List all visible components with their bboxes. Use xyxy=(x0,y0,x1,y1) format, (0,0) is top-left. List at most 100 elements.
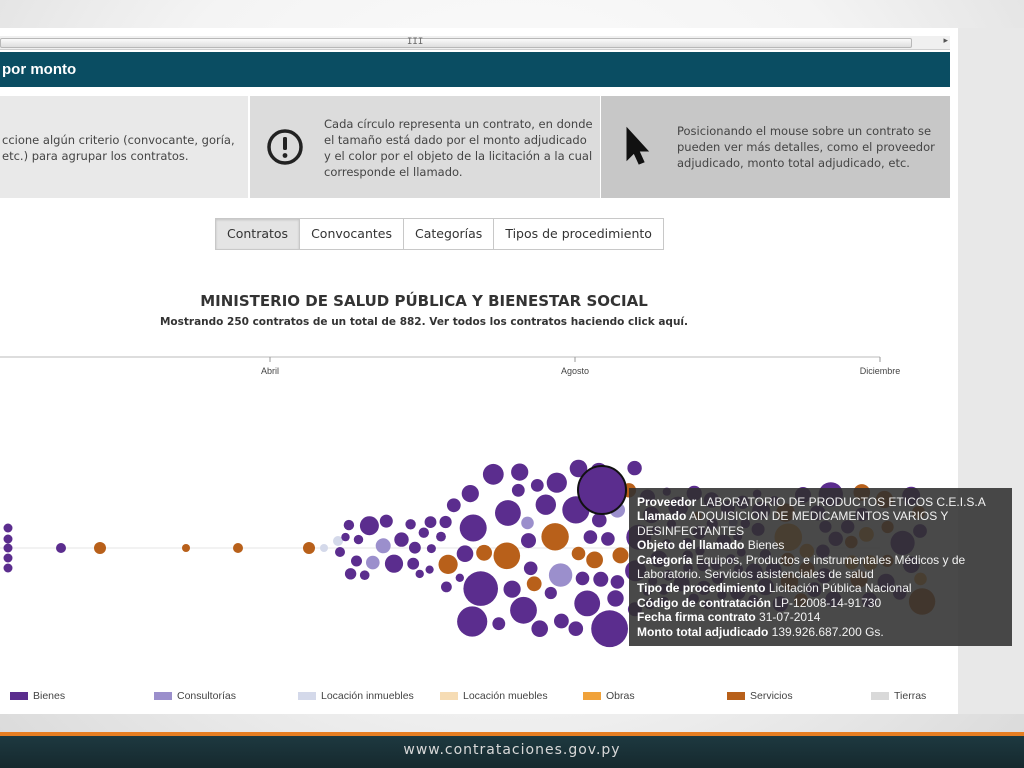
contract-bubble[interactable] xyxy=(574,590,601,617)
contract-bubble[interactable] xyxy=(407,557,420,570)
contract-bubble[interactable] xyxy=(343,519,355,531)
contract-bubble[interactable] xyxy=(455,573,464,582)
contract-bubble[interactable] xyxy=(351,555,362,567)
contract-bubble[interactable] xyxy=(546,472,567,493)
contract-bubble[interactable] xyxy=(521,533,536,549)
contract-bubble[interactable] xyxy=(554,613,569,629)
contract-bubble[interactable] xyxy=(233,543,243,553)
contract-bubble[interactable] xyxy=(366,555,380,570)
contract-bubble[interactable] xyxy=(439,515,452,529)
chart-title: MINISTERIO DE SALUD PÚBLICA Y BIENESTAR … xyxy=(200,292,648,310)
contract-bubble[interactable] xyxy=(379,514,393,528)
contract-bubble[interactable] xyxy=(593,571,609,587)
scroll-right-arrow-icon[interactable]: ▸ xyxy=(943,36,948,46)
contract-bubble[interactable] xyxy=(503,580,521,598)
footer-url[interactable]: www.contrataciones.gov.py xyxy=(403,742,620,758)
contract-bubble[interactable] xyxy=(303,542,315,554)
contract-bubble-selected[interactable] xyxy=(577,465,627,515)
contract-bubble[interactable] xyxy=(426,544,436,554)
contract-bubble[interactable] xyxy=(446,498,461,513)
contract-bubble[interactable] xyxy=(610,575,625,589)
contract-bubble[interactable] xyxy=(94,542,106,554)
tab-categorias[interactable]: Categorías xyxy=(402,218,495,250)
legend-item-3[interactable]: Locación muebles xyxy=(440,688,548,704)
contract-bubble[interactable] xyxy=(418,527,429,538)
contract-bubble[interactable] xyxy=(394,532,409,547)
horizontal-scrollbar[interactable]: III ▸ xyxy=(0,36,950,50)
contract-bubble[interactable] xyxy=(583,530,598,544)
contract-bubble[interactable] xyxy=(586,551,603,569)
contract-bubble[interactable] xyxy=(456,545,474,562)
legend-item-5[interactable]: Servicios xyxy=(727,688,793,704)
contract-bubble[interactable] xyxy=(335,547,345,557)
legend-label: Servicios xyxy=(750,690,793,702)
contract-bubble[interactable] xyxy=(531,620,548,637)
contract-bubble[interactable] xyxy=(535,494,556,515)
contract-bubble[interactable] xyxy=(544,586,557,600)
contract-bubble[interactable] xyxy=(3,553,13,563)
contract-bubble[interactable] xyxy=(482,463,504,485)
contract-bubble[interactable] xyxy=(492,617,506,631)
contract-bubble[interactable] xyxy=(438,554,458,574)
contract-bubble[interactable] xyxy=(493,542,521,570)
contract-bubble[interactable] xyxy=(541,523,569,551)
contract-bubble[interactable] xyxy=(425,565,434,574)
contract-bubble[interactable] xyxy=(3,543,13,553)
contract-bubble[interactable] xyxy=(511,483,525,497)
contract-bubble[interactable] xyxy=(3,523,13,533)
contract-bubble[interactable] xyxy=(548,563,573,587)
contract-bubble[interactable] xyxy=(441,581,452,593)
contract-bubble[interactable] xyxy=(353,534,364,545)
legend-item-2[interactable]: Locación inmuebles xyxy=(298,688,414,704)
info-hover-text: Posicionando el mouse sobre un contrato … xyxy=(677,124,935,170)
show-all-link[interactable]: aquí xyxy=(658,316,684,328)
contract-bubble[interactable] xyxy=(344,568,357,580)
contract-bubble[interactable] xyxy=(571,546,586,561)
contract-bubble[interactable] xyxy=(424,516,437,528)
contract-bubble[interactable] xyxy=(568,621,584,636)
contract-bubble[interactable] xyxy=(523,561,538,576)
contract-bubble[interactable] xyxy=(627,460,642,476)
legend-item-6[interactable]: Tierras xyxy=(871,688,926,704)
contract-bubble[interactable] xyxy=(359,516,379,536)
info-grouping-text: ccione algún criterio (convocante, goría… xyxy=(2,133,235,163)
contract-bubble[interactable] xyxy=(607,590,624,607)
contract-bubble[interactable] xyxy=(510,596,537,624)
tab-convocantes[interactable]: Convocantes xyxy=(299,218,404,250)
contract-bubble[interactable] xyxy=(591,610,628,648)
contract-bubble[interactable] xyxy=(320,544,328,552)
contract-bubble[interactable] xyxy=(495,500,521,526)
contract-bubble[interactable] xyxy=(415,569,424,579)
tooltip-fecha: Fecha firma contrato 31-07-2014 xyxy=(637,610,821,625)
contract-bubble[interactable] xyxy=(459,514,487,542)
legend-item-1[interactable]: Consultorías xyxy=(154,688,236,704)
contract-bubble[interactable] xyxy=(3,534,13,544)
contract-bubble[interactable] xyxy=(56,543,66,553)
contract-bubble[interactable] xyxy=(601,532,615,546)
contract-bubble[interactable] xyxy=(341,532,350,542)
contract-bubble[interactable] xyxy=(526,576,542,592)
contract-bubble[interactable] xyxy=(463,571,499,606)
contract-bubble[interactable] xyxy=(405,519,416,530)
contract-bubble[interactable] xyxy=(182,544,190,552)
contract-bubble[interactable] xyxy=(511,463,529,481)
contract-bubble[interactable] xyxy=(409,541,421,554)
scrollbar-thumb[interactable]: III xyxy=(0,37,912,48)
tab-contratos[interactable]: Contratos xyxy=(215,218,301,250)
legend-item-0[interactable]: Bienes xyxy=(10,688,65,704)
contract-bubble[interactable] xyxy=(612,547,629,564)
legend-item-4[interactable]: Obras xyxy=(583,688,635,704)
contract-bubble[interactable] xyxy=(384,554,404,573)
contract-bubble[interactable] xyxy=(530,479,544,492)
contract-bubble[interactable] xyxy=(436,531,446,542)
contract-bubble[interactable] xyxy=(521,516,534,530)
contract-bubble[interactable] xyxy=(592,512,607,528)
contract-bubble[interactable] xyxy=(375,538,391,554)
contract-bubble[interactable] xyxy=(3,563,13,573)
contract-bubble[interactable] xyxy=(476,544,492,561)
contract-bubble[interactable] xyxy=(359,570,370,580)
contract-bubble[interactable] xyxy=(575,571,590,586)
contract-bubble[interactable] xyxy=(457,606,488,637)
tab-tipos-procedimiento[interactable]: Tipos de procedimiento xyxy=(493,218,664,250)
contract-bubble[interactable] xyxy=(461,485,479,503)
